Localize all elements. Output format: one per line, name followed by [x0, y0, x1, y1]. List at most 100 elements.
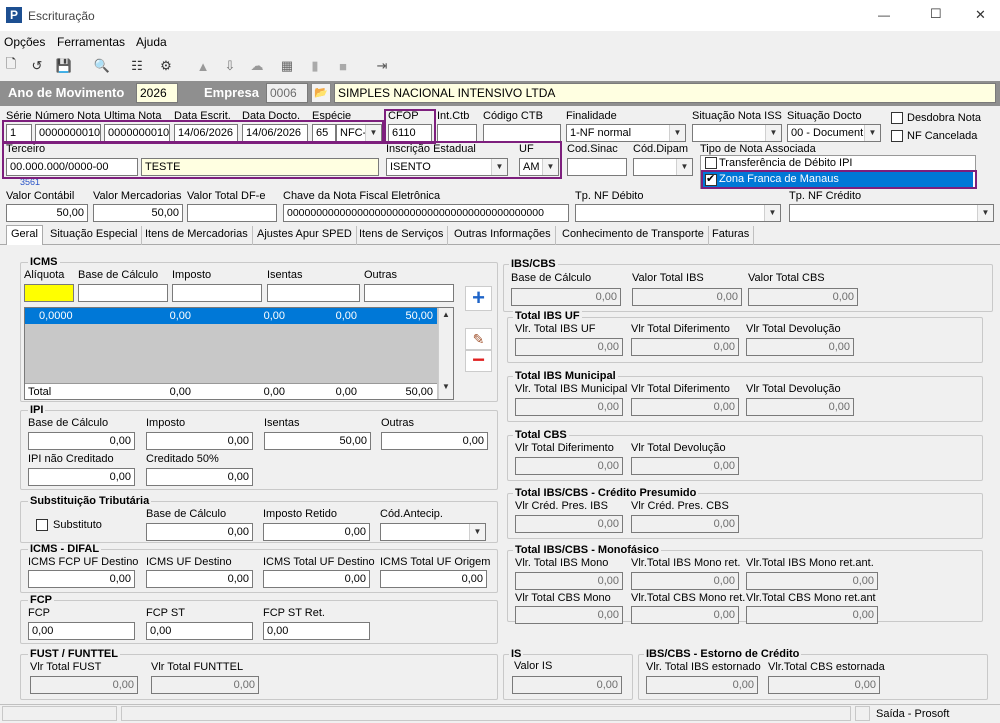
save-icon[interactable]: 💾 — [54, 56, 74, 76]
mono-d-field[interactable]: 0,00 — [515, 606, 623, 624]
ibsmun-a-field[interactable]: 0,00 — [515, 398, 623, 416]
tab-itens-servicos[interactable]: Itens de Serviços — [355, 226, 449, 245]
icms-ise-input[interactable] — [267, 284, 360, 302]
tab-outras-informacoes[interactable]: Outras Informações — [450, 226, 556, 245]
ipi-out-field[interactable]: 0,00 — [381, 432, 488, 450]
tpdeb-select[interactable]: ▼ — [575, 204, 781, 222]
doc-gray2-icon[interactable]: ■ — [333, 56, 353, 76]
st-ca-select[interactable]: ▼ — [380, 523, 486, 541]
chevron-down-icon[interactable]: ▼ — [669, 125, 685, 141]
chave-field[interactable]: 0000000000000000000000000000000000000000… — [283, 204, 569, 222]
tree-icon[interactable]: ☷ — [127, 56, 147, 76]
chevron-down-icon[interactable]: ▼ — [864, 125, 880, 141]
ibscbs-cbs-field[interactable]: 0,00 — [748, 288, 858, 306]
intctb-field[interactable] — [437, 124, 477, 142]
fcp-c-field[interactable]: 0,00 — [263, 622, 370, 640]
vdfe-field[interactable] — [187, 204, 277, 222]
difal-c-field[interactable]: 0,00 — [263, 570, 370, 588]
undo-icon[interactable]: ↺ — [27, 56, 47, 76]
coddipam-select[interactable]: ▼ — [633, 158, 693, 176]
fcp-b-field[interactable]: 0,00 — [146, 622, 253, 640]
ibscbs-bc-field[interactable]: 0,00 — [511, 288, 621, 306]
new-document-icon[interactable]: 🗋 — [1, 56, 21, 76]
terceiro-doc-field[interactable]: 00.000.000/0000-00 — [6, 158, 138, 176]
tab-situacao-especial[interactable]: Situação Especial — [46, 226, 143, 245]
remove-icon[interactable]: − — [465, 349, 492, 372]
tpcred-select[interactable]: ▼ — [789, 204, 994, 222]
tab-itens-mercadorias[interactable]: Itens de Mercadorias — [141, 226, 253, 245]
tcbs-b-field[interactable]: 0,00 — [631, 457, 739, 475]
print-preview-icon[interactable]: 🔍 — [92, 56, 112, 76]
mono-b-field[interactable]: 0,00 — [631, 572, 739, 590]
cloud-icon[interactable]: ☁ — [247, 56, 267, 76]
serie-field[interactable]: 1 — [6, 124, 32, 142]
empresa-code-field[interactable]: 0006 — [266, 83, 308, 103]
codctb-field[interactable] — [483, 124, 561, 142]
cp-b-field[interactable]: 0,00 — [631, 515, 739, 533]
fcp-a-field[interactable]: 0,00 — [28, 622, 135, 640]
icms-out-input[interactable] — [364, 284, 454, 302]
minimize-button[interactable]: — — [878, 8, 890, 22]
tab-conhecimento-transporte[interactable]: Conhecimento de Transporte — [558, 226, 709, 245]
ibscbs-ibs-field[interactable]: 0,00 — [632, 288, 742, 306]
chevron-down-icon[interactable]: ▼ — [764, 205, 780, 221]
icms-imp-input[interactable] — [172, 284, 262, 302]
nf-cancelada-checkbox[interactable] — [891, 130, 903, 142]
sitiss-select[interactable]: ▼ — [692, 124, 782, 142]
ano-field[interactable]: 2026 — [136, 83, 178, 103]
mono-c-field[interactable]: 0,00 — [746, 572, 878, 590]
especie-code-field[interactable]: 65 — [312, 124, 336, 142]
uf-select[interactable]: AM ▼ — [519, 158, 559, 176]
menu-ferramentas[interactable]: Ferramentas — [57, 35, 125, 49]
substituto-checkbox[interactable] — [36, 519, 48, 531]
ibsuf-c-field[interactable]: 0,00 — [746, 338, 854, 356]
data-docto-field[interactable]: 14/06/2026 — [242, 124, 308, 142]
st-bc-field[interactable]: 0,00 — [146, 523, 253, 541]
sitdocto-select[interactable]: 00 - Document ▼ — [787, 124, 881, 142]
tab-ajustes-sped[interactable]: Ajustes Apur SPED — [253, 226, 357, 245]
fust-b-field[interactable]: 0,00 — [151, 676, 259, 694]
mono-e-field[interactable]: 0,00 — [631, 606, 739, 624]
ipi-c50-field[interactable]: 0,00 — [146, 468, 253, 486]
fust-a-field[interactable]: 0,00 — [30, 676, 138, 694]
cib-icon[interactable]: ▦ — [277, 56, 297, 76]
doc-gray-icon[interactable]: ▮ — [305, 56, 325, 76]
folder-icon[interactable]: 📂 — [311, 83, 331, 103]
ibsuf-b-field[interactable]: 0,00 — [631, 338, 739, 356]
exit-icon[interactable]: ⇥ — [372, 56, 392, 76]
icms-grid-row[interactable]: 0,0000 0,00 0,00 0,00 50,00 — [25, 308, 437, 324]
tipo-transferencia-checkbox[interactable] — [705, 157, 717, 169]
icms-aliq-input[interactable] — [24, 284, 74, 302]
mono-f-field[interactable]: 0,00 — [746, 606, 878, 624]
ipi-bc-field[interactable]: 0,00 — [28, 432, 135, 450]
ie-select[interactable]: ISENTO ▼ — [386, 158, 508, 176]
gray-tool-icon[interactable]: ▲ — [193, 56, 213, 76]
st-ir-field[interactable]: 0,00 — [263, 523, 370, 541]
estorno-b-field[interactable]: 0,00 — [768, 676, 880, 694]
mono-a-field[interactable]: 0,00 — [515, 572, 623, 590]
close-button[interactable]: ✕ — [975, 7, 986, 23]
finalidade-select[interactable]: 1-NF normal ▼ — [566, 124, 686, 142]
tab-faturas[interactable]: Faturas — [708, 226, 755, 245]
chevron-down-icon[interactable]: ▼ — [365, 125, 381, 141]
menu-ajuda[interactable]: Ajuda — [136, 35, 167, 49]
difal-a-field[interactable]: 0,00 — [28, 570, 135, 588]
difal-d-field[interactable]: 0,00 — [380, 570, 487, 588]
ultima-field[interactable]: 0000000010 — [104, 124, 170, 142]
tcbs-a-field[interactable]: 0,00 — [515, 457, 623, 475]
add-icon[interactable]: + — [465, 286, 492, 311]
ipi-imp-field[interactable]: 0,00 — [146, 432, 253, 450]
ipi-ise-field[interactable]: 50,00 — [264, 432, 371, 450]
ibsmun-b-field[interactable]: 0,00 — [631, 398, 739, 416]
vcontabil-field[interactable]: 50,00 — [6, 204, 88, 222]
is-a-field[interactable]: 0,00 — [512, 676, 622, 694]
chevron-down-icon[interactable]: ▼ — [469, 524, 485, 540]
tab-geral[interactable]: Geral — [6, 225, 43, 245]
maximize-button[interactable]: ☐ — [930, 6, 942, 22]
chevron-down-icon[interactable]: ▼ — [542, 159, 558, 175]
difal-b-field[interactable]: 0,00 — [146, 570, 253, 588]
cp-a-field[interactable]: 0,00 — [515, 515, 623, 533]
ipi-nc-field[interactable]: 0,00 — [28, 468, 135, 486]
desdobra-checkbox[interactable] — [891, 112, 903, 124]
tools-icon[interactable]: ⚙ — [156, 56, 176, 76]
